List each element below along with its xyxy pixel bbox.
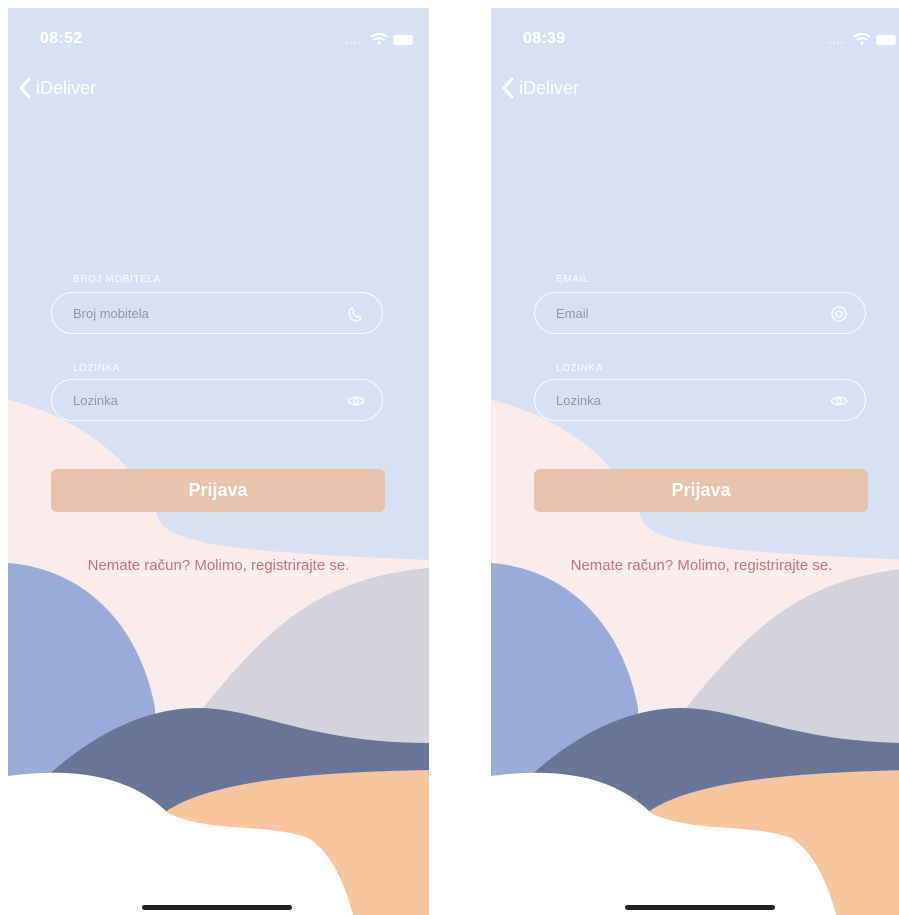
at-icon [831,306,847,322]
back-button[interactable]: iDeliver [18,76,96,100]
login-screen-phone: 08:52 iDeliver BROJ MOBITELA Broj mobite… [8,8,429,915]
status-time: 08:52 [40,30,83,47]
password-placeholder: Lozinka [73,393,118,408]
phone-field-label: BROJ MOBITELA [73,274,161,285]
login-button[interactable]: Prijava [534,469,868,512]
eye-icon[interactable] [346,391,366,411]
chevron-left-icon [502,77,514,99]
password-field[interactable]: Lozinka [51,379,383,421]
back-button[interactable]: iDeliver [501,76,579,100]
phone-placeholder: Broj mobitela [73,306,149,321]
status-time: 08:39 [523,30,566,47]
back-label: iDeliver [519,77,580,98]
chevron-left-icon [19,77,31,99]
register-link[interactable]: Nemate račun? Molimo, registrirajte se. [491,557,899,574]
home-indicator [625,905,775,910]
password-placeholder: Lozinka [556,393,601,408]
login-button-label: Prijava [188,480,248,500]
login-screen-email: 08:39 iDeliver EMAIL Email LOZINKA Lozin… [491,8,899,915]
status-icons [828,32,898,46]
password-field[interactable]: Lozinka [534,379,866,421]
home-indicator [142,905,292,910]
email-field[interactable]: Email [534,292,866,334]
password-field-label: LOZINKA [73,363,120,374]
background-waves [8,8,429,915]
password-field-label: LOZINKA [556,363,603,374]
register-link[interactable]: Nemate račun? Molimo, registrirajte se. [8,557,429,574]
phone-icon [348,307,362,322]
back-label: iDeliver [36,77,97,98]
email-field-label: EMAIL [556,274,590,285]
eye-icon[interactable] [829,391,849,411]
status-icons [345,32,415,46]
background-waves [491,8,899,915]
login-button-label: Prijava [671,480,731,500]
phone-field[interactable]: Broj mobitela [51,292,383,334]
login-button[interactable]: Prijava [51,469,385,512]
email-placeholder: Email [556,306,589,321]
